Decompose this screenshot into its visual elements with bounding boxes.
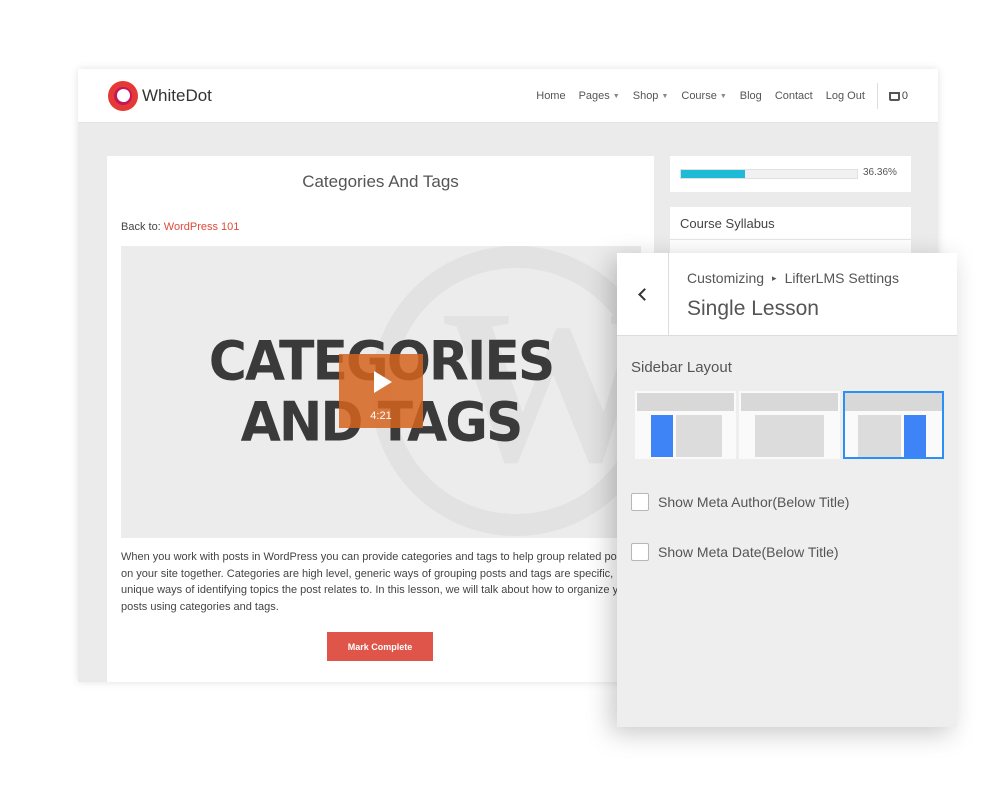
mark-complete-button[interactable]: Mark Complete: [327, 632, 433, 661]
nav-label: Shop: [632, 90, 659, 102]
back-course-link[interactable]: WordPress 101: [164, 221, 240, 233]
layout-content-block: [858, 415, 901, 457]
logo-icon: [108, 81, 138, 111]
layout-no-sidebar[interactable]: [739, 391, 840, 459]
logo[interactable]: WhiteDot: [108, 81, 212, 111]
layout-sidebar-block: [904, 415, 926, 457]
nav-item-logout[interactable]: Log Out: [826, 90, 865, 102]
caret-down-icon: ▼: [719, 92, 727, 100]
nav-item-home[interactable]: Home: [536, 90, 565, 102]
cart-button[interactable]: 0: [888, 90, 908, 102]
nav-item-pages[interactable]: Pages ▼: [579, 90, 620, 102]
cart-count: 0: [901, 90, 908, 102]
video-duration: 4:21: [370, 410, 392, 422]
layout-sidebar-block: [651, 415, 673, 457]
caret-down-icon: ▼: [661, 92, 669, 100]
breadcrumb-arrow-icon: ▸: [772, 272, 777, 283]
layout-right-sidebar[interactable]: [843, 391, 944, 459]
progress-percent: 36.36%: [863, 167, 897, 178]
chevron-left-icon: [638, 288, 651, 301]
layout-content-block: [755, 415, 824, 457]
panel-title: Single Lesson: [687, 297, 819, 320]
breadcrumb-root: Customizing: [687, 270, 765, 286]
sidebar-layout-label: Sidebar Layout: [631, 359, 732, 376]
customizer-header: Customizing ▸ LifterLMS Settings Single …: [617, 253, 957, 336]
site-header: WhiteDot Home Pages ▼ Shop ▼ Course ▼ Blog …: [78, 69, 938, 123]
sidebar-layout-options: [635, 391, 947, 459]
layout-header-block: [741, 393, 838, 411]
layout-header-block: [845, 393, 942, 411]
logo-text: WhiteDot: [142, 86, 212, 105]
back-prefix: Back to:: [121, 221, 164, 233]
meta-date-option[interactable]: Show Meta Date(Below Title): [631, 543, 839, 561]
lesson-title: Categories And Tags: [302, 172, 459, 191]
video-player[interactable]: W CATEGORIES AND TAGS 4:21: [121, 246, 641, 538]
play-icon: [374, 371, 392, 393]
nav-item-blog[interactable]: Blog: [740, 90, 762, 102]
cart-icon: [888, 91, 900, 101]
nav-label: Blog: [739, 90, 762, 102]
nav-divider: [876, 83, 878, 109]
nav-label: Log Out: [825, 90, 865, 102]
main-nav: Home Pages ▼ Shop ▼ Course ▼ Blog Contact L…: [523, 69, 908, 123]
layout-content-block: [676, 415, 722, 457]
caret-down-icon: ▼: [612, 92, 620, 100]
nav-label: Pages: [578, 90, 610, 102]
progress-bar-fill: [681, 170, 745, 178]
nav-label: Home: [536, 90, 566, 102]
nav-label: Course: [681, 90, 717, 102]
syllabus-title: Course Syllabus: [680, 216, 775, 231]
divider: [670, 239, 911, 240]
back-to-course: Back to: WordPress 101: [121, 221, 239, 233]
layout-left-sidebar[interactable]: [635, 391, 736, 459]
meta-author-checkbox[interactable]: [631, 493, 649, 511]
nav-item-course[interactable]: Course ▼: [681, 90, 726, 102]
back-button[interactable]: [617, 253, 669, 336]
customizer-panel: Customizing ▸ LifterLMS Settings Single …: [617, 253, 957, 727]
breadcrumb: Customizing ▸ LifterLMS Settings: [687, 270, 899, 286]
nav-item-shop[interactable]: Shop ▼: [633, 90, 669, 102]
meta-author-option[interactable]: Show Meta Author(Below Title): [631, 493, 849, 511]
progress-bar: [680, 169, 858, 179]
lesson-card: Categories And Tags Back to: WordPress 1…: [107, 156, 654, 682]
breadcrumb-child: LifterLMS Settings: [784, 270, 899, 286]
meta-date-checkbox[interactable]: [631, 543, 649, 561]
layout-header-block: [637, 393, 734, 411]
nav-label: Contact: [774, 90, 813, 102]
meta-author-label: Show Meta Author(Below Title): [658, 494, 850, 510]
lesson-description: When you work with posts in WordPress yo…: [121, 551, 642, 613]
progress-card: 36.36%: [670, 156, 911, 192]
play-button[interactable]: 4:21: [339, 354, 423, 428]
meta-date-label: Show Meta Date(Below Title): [658, 544, 839, 560]
nav-item-contact[interactable]: Contact: [775, 90, 813, 102]
